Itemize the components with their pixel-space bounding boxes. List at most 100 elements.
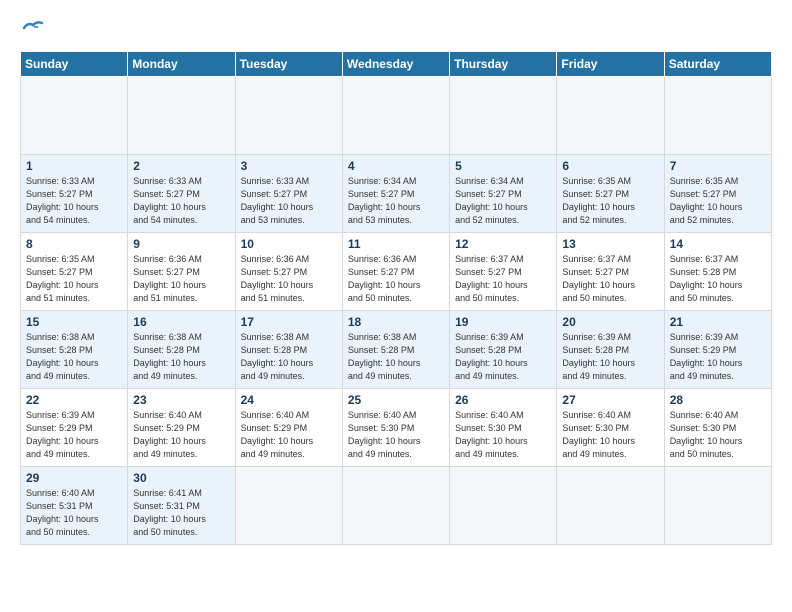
day-info: Sunrise: 6:38 AM Sunset: 5:28 PM Dayligh…: [133, 331, 229, 383]
logo: [20, 18, 44, 41]
table-row: 11 Sunrise: 6:36 AM Sunset: 5:27 PM Dayli…: [342, 232, 449, 310]
day-info: Sunrise: 6:33 AM Sunset: 5:27 PM Dayligh…: [241, 175, 337, 227]
header: [20, 18, 772, 41]
table-row: 23Sunrise: 6:40 AM Sunset: 5:29 PM Dayli…: [128, 388, 235, 466]
table-row: 2 Sunrise: 6:33 AM Sunset: 5:27 PM Daylig…: [128, 154, 235, 232]
day-info: Sunrise: 6:33 AM Sunset: 5:27 PM Dayligh…: [26, 175, 122, 227]
day-number: 7: [670, 159, 766, 173]
table-row: [342, 466, 449, 544]
col-wednesday: Wednesday: [342, 51, 449, 76]
col-thursday: Thursday: [450, 51, 557, 76]
day-info: Sunrise: 6:34 AM Sunset: 5:27 PM Dayligh…: [455, 175, 551, 227]
day-number: 11: [348, 237, 444, 251]
table-row: 6Sunrise: 6:35 AM Sunset: 5:27 PM Daylig…: [557, 154, 664, 232]
table-row: 30 Sunrise: 6:41 AM Sunset: 5:31 PM Dayli…: [128, 466, 235, 544]
day-number: 3: [241, 159, 337, 173]
table-row: 14 Sunrise: 6:37 AM Sunset: 5:28 PM Dayli…: [664, 232, 771, 310]
day-number: 25: [348, 393, 444, 407]
day-number: 6: [562, 159, 658, 173]
day-number: 29: [26, 471, 122, 485]
day-info: Sunrise: 6:37 AM Sunset: 5:28 PM Dayligh…: [670, 253, 766, 305]
table-row: 29Sunrise: 6:40 AM Sunset: 5:31 PM Dayli…: [21, 466, 128, 544]
day-number: 22: [26, 393, 122, 407]
page: Sunday Monday Tuesday Wednesday Thursday…: [0, 0, 792, 612]
day-number: 30: [133, 471, 229, 485]
day-info: Sunrise: 6:38 AM Sunset: 5:28 PM Dayligh…: [348, 331, 444, 383]
day-info: Sunrise: 6:40 AM Sunset: 5:30 PM Dayligh…: [562, 409, 658, 461]
day-info: Sunrise: 6:38 AM Sunset: 5:28 PM Dayligh…: [241, 331, 337, 383]
day-info: Sunrise: 6:40 AM Sunset: 5:29 PM Dayligh…: [241, 409, 337, 461]
calendar-week-row: 22 Sunrise: 6:39 AM Sunset: 5:29 PM Dayli…: [21, 388, 772, 466]
day-number: 13: [562, 237, 658, 251]
table-row: 13Sunrise: 6:37 AM Sunset: 5:27 PM Dayli…: [557, 232, 664, 310]
day-number: 26: [455, 393, 551, 407]
calendar-week-row: 15 Sunrise: 6:38 AM Sunset: 5:28 PM Dayli…: [21, 310, 772, 388]
day-number: 15: [26, 315, 122, 329]
table-row: 7 Sunrise: 6:35 AM Sunset: 5:27 PM Daylig…: [664, 154, 771, 232]
calendar: Sunday Monday Tuesday Wednesday Thursday…: [20, 51, 772, 545]
day-number: 2: [133, 159, 229, 173]
day-info: Sunrise: 6:36 AM Sunset: 5:27 PM Dayligh…: [241, 253, 337, 305]
day-number: 19: [455, 315, 551, 329]
calendar-header-row: Sunday Monday Tuesday Wednesday Thursday…: [21, 51, 772, 76]
calendar-week-row: 1 Sunrise: 6:33 AM Sunset: 5:27 PM Daylig…: [21, 154, 772, 232]
table-row: 20Sunrise: 6:39 AM Sunset: 5:28 PM Dayli…: [557, 310, 664, 388]
table-row: [557, 466, 664, 544]
day-number: 24: [241, 393, 337, 407]
day-info: Sunrise: 6:35 AM Sunset: 5:27 PM Dayligh…: [670, 175, 766, 227]
day-info: Sunrise: 6:36 AM Sunset: 5:27 PM Dayligh…: [348, 253, 444, 305]
col-monday: Monday: [128, 51, 235, 76]
day-number: 1: [26, 159, 122, 173]
day-number: 14: [670, 237, 766, 251]
day-info: Sunrise: 6:34 AM Sunset: 5:27 PM Dayligh…: [348, 175, 444, 227]
table-row: 21Sunrise: 6:39 AM Sunset: 5:29 PM Dayli…: [664, 310, 771, 388]
day-number: 17: [241, 315, 337, 329]
table-row: [128, 76, 235, 154]
day-number: 18: [348, 315, 444, 329]
table-row: 18 Sunrise: 6:38 AM Sunset: 5:28 PM Dayli…: [342, 310, 449, 388]
table-row: 27 Sunrise: 6:40 AM Sunset: 5:30 PM Dayli…: [557, 388, 664, 466]
table-row: [21, 76, 128, 154]
table-row: [235, 466, 342, 544]
day-number: 10: [241, 237, 337, 251]
day-info: Sunrise: 6:33 AM Sunset: 5:27 PM Dayligh…: [133, 175, 229, 227]
calendar-week-row: 29Sunrise: 6:40 AM Sunset: 5:31 PM Dayli…: [21, 466, 772, 544]
table-row: [450, 76, 557, 154]
table-row: [557, 76, 664, 154]
day-info: Sunrise: 6:35 AM Sunset: 5:27 PM Dayligh…: [26, 253, 122, 305]
day-number: 27: [562, 393, 658, 407]
day-number: 8: [26, 237, 122, 251]
day-number: 28: [670, 393, 766, 407]
table-row: 16 Sunrise: 6:38 AM Sunset: 5:28 PM Dayli…: [128, 310, 235, 388]
day-info: Sunrise: 6:41 AM Sunset: 5:31 PM Dayligh…: [133, 487, 229, 539]
table-row: [664, 466, 771, 544]
day-number: 16: [133, 315, 229, 329]
table-row: [342, 76, 449, 154]
table-row: 25 Sunrise: 6:40 AM Sunset: 5:30 PM Dayli…: [342, 388, 449, 466]
day-number: 23: [133, 393, 229, 407]
day-number: 12: [455, 237, 551, 251]
day-number: 5: [455, 159, 551, 173]
calendar-week-row: [21, 76, 772, 154]
logo-text: [20, 18, 44, 38]
day-number: 9: [133, 237, 229, 251]
day-info: Sunrise: 6:40 AM Sunset: 5:30 PM Dayligh…: [348, 409, 444, 461]
table-row: 3 Sunrise: 6:33 AM Sunset: 5:27 PM Daylig…: [235, 154, 342, 232]
day-info: Sunrise: 6:39 AM Sunset: 5:29 PM Dayligh…: [26, 409, 122, 461]
col-sunday: Sunday: [21, 51, 128, 76]
table-row: [235, 76, 342, 154]
table-row: 9 Sunrise: 6:36 AM Sunset: 5:27 PM Daylig…: [128, 232, 235, 310]
day-info: Sunrise: 6:40 AM Sunset: 5:30 PM Dayligh…: [455, 409, 551, 461]
day-number: 20: [562, 315, 658, 329]
table-row: 1 Sunrise: 6:33 AM Sunset: 5:27 PM Daylig…: [21, 154, 128, 232]
day-info: Sunrise: 6:39 AM Sunset: 5:29 PM Dayligh…: [670, 331, 766, 383]
table-row: 5 Sunrise: 6:34 AM Sunset: 5:27 PM Daylig…: [450, 154, 557, 232]
day-info: Sunrise: 6:36 AM Sunset: 5:27 PM Dayligh…: [133, 253, 229, 305]
table-row: 8 Sunrise: 6:35 AM Sunset: 5:27 PM Daylig…: [21, 232, 128, 310]
table-row: 19Sunrise: 6:39 AM Sunset: 5:28 PM Dayli…: [450, 310, 557, 388]
table-row: 26 Sunrise: 6:40 AM Sunset: 5:30 PM Dayli…: [450, 388, 557, 466]
logo-bird-icon: [22, 20, 44, 36]
calendar-week-row: 8 Sunrise: 6:35 AM Sunset: 5:27 PM Daylig…: [21, 232, 772, 310]
table-row: [664, 76, 771, 154]
col-saturday: Saturday: [664, 51, 771, 76]
